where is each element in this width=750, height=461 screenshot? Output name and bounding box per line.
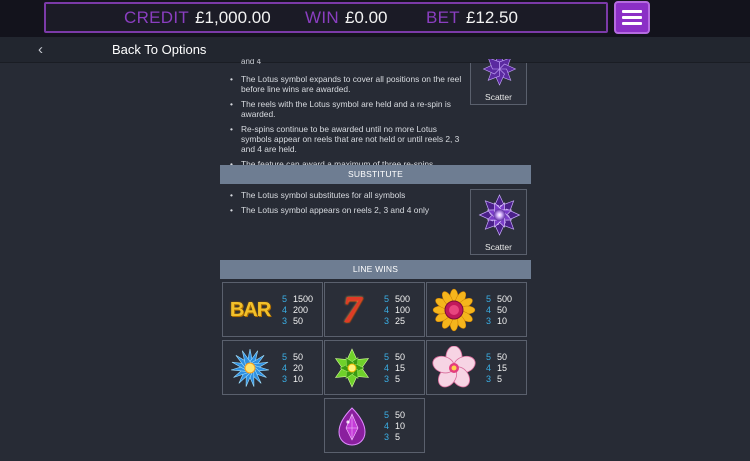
bar-symbol-icon: BAR: [227, 289, 273, 331]
substitute-rules-list: The Lotus symbol substitutes for all sym…: [230, 190, 470, 220]
scatter-symbol-card: Scatter: [470, 189, 527, 255]
cut-off-text: and 4: [241, 59, 262, 65]
hamburger-icon: [622, 10, 642, 13]
menu-button[interactable]: [614, 1, 650, 34]
win-display: WIN £0.00: [305, 8, 388, 28]
seven-symbol-icon: 7: [329, 289, 375, 331]
credit-label: CREDIT: [124, 8, 190, 27]
paytable-card-pink-flower: 5 50 4 15 35: [426, 340, 527, 395]
list-item: The Lotus symbol substitutes for all sym…: [230, 190, 470, 200]
bet-label: BET: [426, 8, 460, 27]
lotus-scatter-icon: [478, 194, 521, 236]
sunflower-symbol-icon: [431, 288, 477, 332]
back-bar: ‹ Back To Options: [0, 37, 750, 63]
back-to-options-link[interactable]: Back To Options: [112, 42, 206, 57]
win-label: WIN: [305, 8, 339, 27]
list-item: The Lotus symbol expands to cover all po…: [230, 74, 470, 94]
paytable-card-sunflower: 5 500 4 50 3 10: [426, 282, 527, 337]
scatter-symbol-card: Scatter: [470, 59, 527, 105]
paytable-card-blue-flower: 5 50 4 20 3 10: [222, 340, 323, 395]
scatter-label: Scatter: [485, 92, 512, 102]
list-item: The reels with the Lotus symbol are held…: [230, 99, 470, 119]
pink-flower-symbol-icon: [431, 346, 477, 389]
pay-table: 5 50 4 20 3 10: [282, 352, 304, 384]
list-item: Re-spins continue to be awarded until no…: [230, 124, 470, 154]
paytable-card-green-flower: 5 50 4 15 35: [324, 340, 425, 395]
green-flower-symbol-icon: [329, 347, 375, 389]
win-value: £0.00: [344, 8, 388, 27]
bet-value: £12.50: [465, 8, 518, 27]
credit-display: CREDIT £1,000.00: [124, 8, 271, 28]
credit-value: £1,000.00: [195, 8, 271, 27]
paytable-card-bar: BAR 5 1500 4 200 3 50: [222, 282, 323, 337]
bar-symbol-label: BAR: [229, 298, 271, 321]
pay-table: 5 1500 4 200 3 50: [282, 294, 314, 326]
pay-table: 5 50 4 10 35: [384, 410, 406, 442]
chevron-left-icon[interactable]: ‹: [38, 41, 43, 58]
pay-table: 5 500 4 50 3 10: [486, 294, 513, 326]
balance-panel: CREDIT £1,000.00 WIN £0.00 BET £12.50: [44, 2, 608, 33]
pay-table: 5 500 4 100 3 25: [384, 294, 411, 326]
scatter-label: Scatter: [485, 242, 512, 252]
top-bar: CREDIT £1,000.00 WIN £0.00 BET £12.50: [0, 0, 750, 37]
lotus-scatter-icon: [482, 59, 517, 86]
substitute-section-header: SUBSTITUTE: [220, 165, 531, 184]
paytable-card-purple-gem: 5 50 4 10 35: [324, 398, 425, 453]
blue-flower-symbol-icon: [227, 347, 273, 389]
pay-table: 5 50 4 15 35: [486, 352, 508, 384]
respin-rules-list: The Lotus symbol expands to cover all po…: [230, 74, 470, 174]
bet-display: BET £12.50: [426, 8, 518, 28]
line-wins-section-header: LINE WINS: [220, 260, 531, 279]
seven-symbol-label: 7: [342, 289, 362, 331]
paytable-card-seven: 7 5 500 4 100 3 25: [324, 282, 425, 337]
pay-table: 5 50 4 15 35: [384, 352, 406, 384]
list-item: The Lotus symbol appears on reels 2, 3 a…: [230, 205, 470, 215]
purple-gem-symbol-icon: [329, 405, 375, 447]
